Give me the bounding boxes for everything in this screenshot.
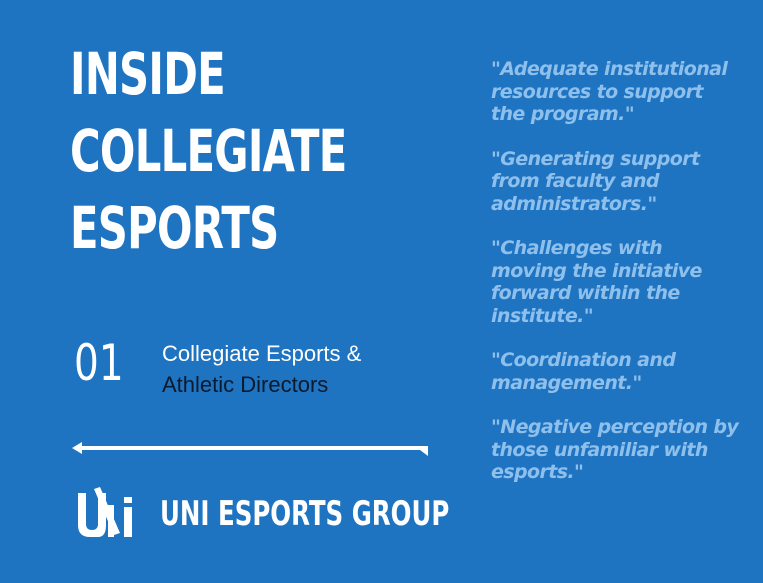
divider-arrow-shape xyxy=(72,442,428,454)
brand-name: UNI ESPORTS GROUP xyxy=(160,494,450,534)
quote-item: "Adequate institutional resources to sup… xyxy=(491,58,728,125)
title-line-2: COLLEGIATE xyxy=(70,117,347,185)
uni-logo-icon xyxy=(78,487,132,537)
quote-list: "Adequate institutional resources to sup… xyxy=(491,58,741,506)
quote-item: "Coordination and management." xyxy=(491,349,676,394)
section-title-line-1: Collegiate Esports & xyxy=(162,341,362,366)
section-title-line-2: Athletic Directors xyxy=(162,372,329,397)
title-line-3: ESPORTS xyxy=(70,194,279,262)
quote-item: "Challenges with moving the initiative f… xyxy=(491,237,702,327)
quote-item: "Negative perception by those unfamiliar… xyxy=(491,416,739,483)
divider-arrow xyxy=(72,442,428,456)
quote-item: "Generating support from faculty and adm… xyxy=(491,147,700,215)
title-line-1: INSIDE xyxy=(70,40,226,108)
divider-arrow-tail xyxy=(420,450,428,456)
section-number: 01 xyxy=(74,334,124,392)
page-title: INSIDE COLLEGIATE ESPORTS xyxy=(70,36,347,267)
